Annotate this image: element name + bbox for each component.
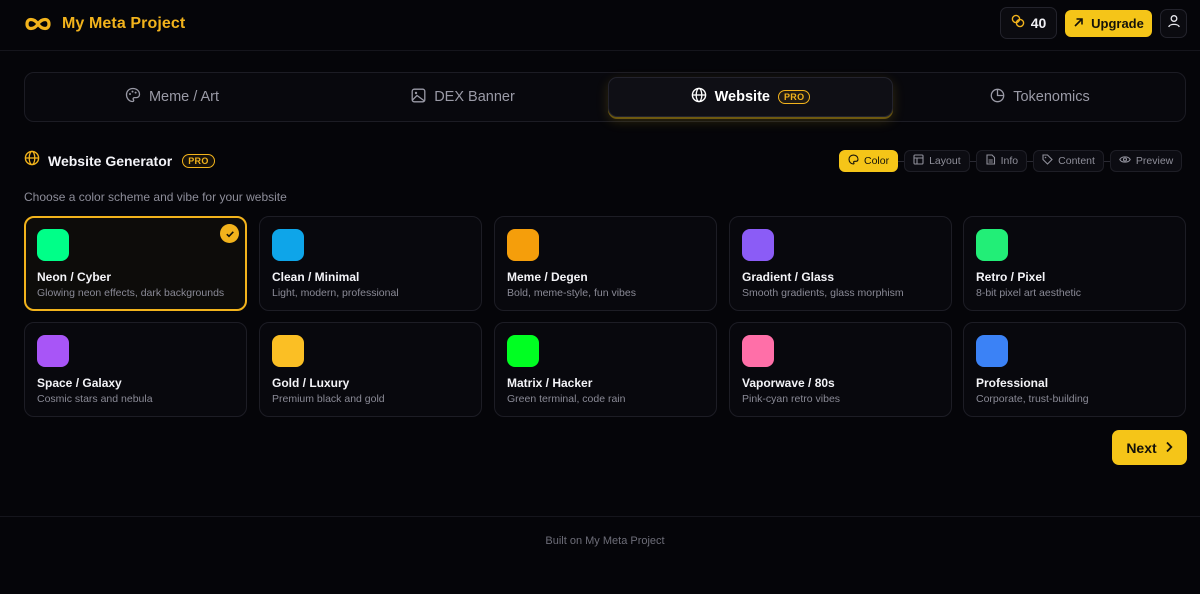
user-button[interactable] bbox=[1160, 9, 1187, 38]
color-swatch bbox=[37, 229, 69, 261]
scheme-name: Neon / Cyber bbox=[37, 270, 112, 284]
step-indicator: Color Layout Info Content Preview bbox=[839, 150, 1183, 172]
color-swatch bbox=[976, 229, 1008, 261]
step-color[interactable]: Color bbox=[839, 150, 899, 172]
tab-tokenomics[interactable]: Tokenomics bbox=[897, 77, 1183, 117]
infinity-logo-icon bbox=[24, 12, 52, 36]
pie-chart-icon bbox=[990, 88, 1005, 107]
tab-label: Tokenomics bbox=[1013, 89, 1090, 105]
scheme-name: Clean / Minimal bbox=[272, 270, 360, 284]
file-icon bbox=[985, 154, 996, 168]
tag-icon bbox=[1042, 154, 1053, 168]
tab-website[interactable]: Website PRO bbox=[608, 77, 893, 117]
generator-heading: Website Generator PRO bbox=[24, 150, 215, 171]
scheme-description: Premium black and gold bbox=[272, 393, 385, 405]
footer-divider bbox=[0, 516, 1200, 517]
scheme-card-matrix-hacker[interactable]: Matrix / Hacker Green terminal, code rai… bbox=[494, 322, 717, 417]
color-swatch bbox=[272, 335, 304, 367]
scheme-card-gradient-glass[interactable]: Gradient / Glass Smooth gradients, glass… bbox=[729, 216, 952, 311]
color-swatch bbox=[507, 335, 539, 367]
scheme-description: Green terminal, code rain bbox=[507, 393, 626, 405]
coins-icon bbox=[1011, 14, 1025, 33]
scheme-description: 8-bit pixel art aesthetic bbox=[976, 287, 1082, 299]
scheme-description: Corporate, trust-building bbox=[976, 393, 1089, 405]
color-swatch bbox=[976, 335, 1008, 367]
step-info[interactable]: Info bbox=[975, 150, 1028, 172]
scheme-name: Vaporwave / 80s bbox=[742, 376, 835, 390]
brand[interactable]: My Meta Project bbox=[24, 12, 185, 36]
scheme-description: Glowing neon effects, dark backgrounds bbox=[37, 287, 225, 299]
layout-icon bbox=[913, 154, 924, 168]
step-label: Color bbox=[864, 155, 890, 167]
user-icon bbox=[1167, 14, 1181, 33]
upgrade-label: Upgrade bbox=[1091, 16, 1144, 31]
scheme-name: Gold / Luxury bbox=[272, 376, 350, 390]
scheme-card-space-galaxy[interactable]: Space / Galaxy Cosmic stars and nebula bbox=[24, 322, 247, 417]
color-swatch bbox=[742, 229, 774, 261]
step-label: Preview bbox=[1135, 155, 1174, 167]
pro-badge: PRO bbox=[182, 153, 215, 168]
arrow-up-right-icon bbox=[1073, 16, 1084, 31]
scheme-card-professional[interactable]: Professional Corporate, trust-building bbox=[963, 322, 1186, 417]
next-button[interactable]: Next bbox=[1112, 430, 1187, 465]
color-swatch bbox=[742, 335, 774, 367]
scheme-description: Smooth gradients, glass morphism bbox=[742, 287, 904, 299]
pro-badge: PRO bbox=[777, 90, 811, 104]
tab-label: Website bbox=[714, 89, 770, 105]
scheme-card-neon-cyber[interactable]: Neon / Cyber Glowing neon effects, dark … bbox=[24, 216, 247, 311]
generator-tabs: Meme / Art DEX Banner Website PRO Tokeno… bbox=[24, 72, 1186, 122]
scheme-name: Meme / Degen bbox=[507, 270, 588, 284]
step-label: Content bbox=[1058, 155, 1095, 167]
brand-name: My Meta Project bbox=[62, 15, 186, 32]
credits-value: 40 bbox=[1030, 15, 1047, 31]
scheme-card-clean-minimal[interactable]: Clean / Minimal Light, modern, professio… bbox=[259, 216, 482, 311]
palette-icon bbox=[125, 87, 141, 107]
scheme-name: Professional bbox=[976, 376, 1049, 390]
scheme-name: Gradient / Glass bbox=[742, 270, 835, 284]
eye-icon bbox=[1119, 154, 1131, 168]
step-label: Layout bbox=[929, 155, 961, 167]
color-swatch bbox=[37, 335, 69, 367]
step-label: Info bbox=[1000, 155, 1019, 167]
step-preview[interactable]: Preview bbox=[1109, 150, 1183, 172]
scheme-card-gold-luxury[interactable]: Gold / Luxury Premium black and gold bbox=[259, 322, 482, 417]
top-bar: My Meta Project 40 Upgrade bbox=[0, 0, 1200, 51]
scheme-card-retro-pixel[interactable]: Retro / Pixel 8-bit pixel art aesthetic bbox=[963, 216, 1186, 311]
tab-meme-art[interactable]: Meme / Art bbox=[29, 77, 315, 117]
scheme-name: Matrix / Hacker bbox=[507, 376, 593, 390]
scheme-card-vaporwave-80s[interactable]: Vaporwave / 80s Pink-cyan retro vibes bbox=[729, 322, 952, 417]
tab-dex-banner[interactable]: DEX Banner bbox=[320, 77, 606, 117]
chevron-right-icon bbox=[1165, 440, 1173, 456]
color-swatch bbox=[272, 229, 304, 261]
scheme-description: Light, modern, professional bbox=[272, 287, 399, 299]
palette-icon bbox=[848, 154, 859, 168]
tab-label: DEX Banner bbox=[434, 89, 515, 105]
next-label: Next bbox=[1126, 439, 1157, 456]
scheme-card-meme-degen[interactable]: Meme / Degen Bold, meme-style, fun vibes bbox=[494, 216, 717, 311]
globe-icon bbox=[24, 150, 40, 171]
scheme-description: Pink-cyan retro vibes bbox=[742, 393, 841, 405]
generator-title: Website Generator bbox=[48, 152, 173, 169]
tab-label: Meme / Art bbox=[148, 89, 220, 105]
scheme-description: Cosmic stars and nebula bbox=[37, 393, 153, 405]
generator-subtitle: Choose a color scheme and vibe for your … bbox=[24, 190, 287, 204]
globe-icon bbox=[691, 87, 707, 107]
image-icon bbox=[411, 88, 426, 107]
step-content[interactable]: Content bbox=[1033, 150, 1104, 172]
step-layout[interactable]: Layout bbox=[904, 150, 970, 172]
step-divider bbox=[969, 160, 976, 162]
credits-counter[interactable]: 40 bbox=[1000, 7, 1057, 39]
scheme-description: Bold, meme-style, fun vibes bbox=[507, 287, 636, 299]
color-swatch bbox=[507, 229, 539, 261]
scheme-name: Space / Galaxy bbox=[37, 376, 122, 390]
scheme-name: Retro / Pixel bbox=[976, 270, 1046, 284]
footer-text: Built on My Meta Project bbox=[545, 535, 665, 547]
check-icon bbox=[220, 224, 239, 243]
upgrade-button[interactable]: Upgrade bbox=[1065, 10, 1152, 37]
